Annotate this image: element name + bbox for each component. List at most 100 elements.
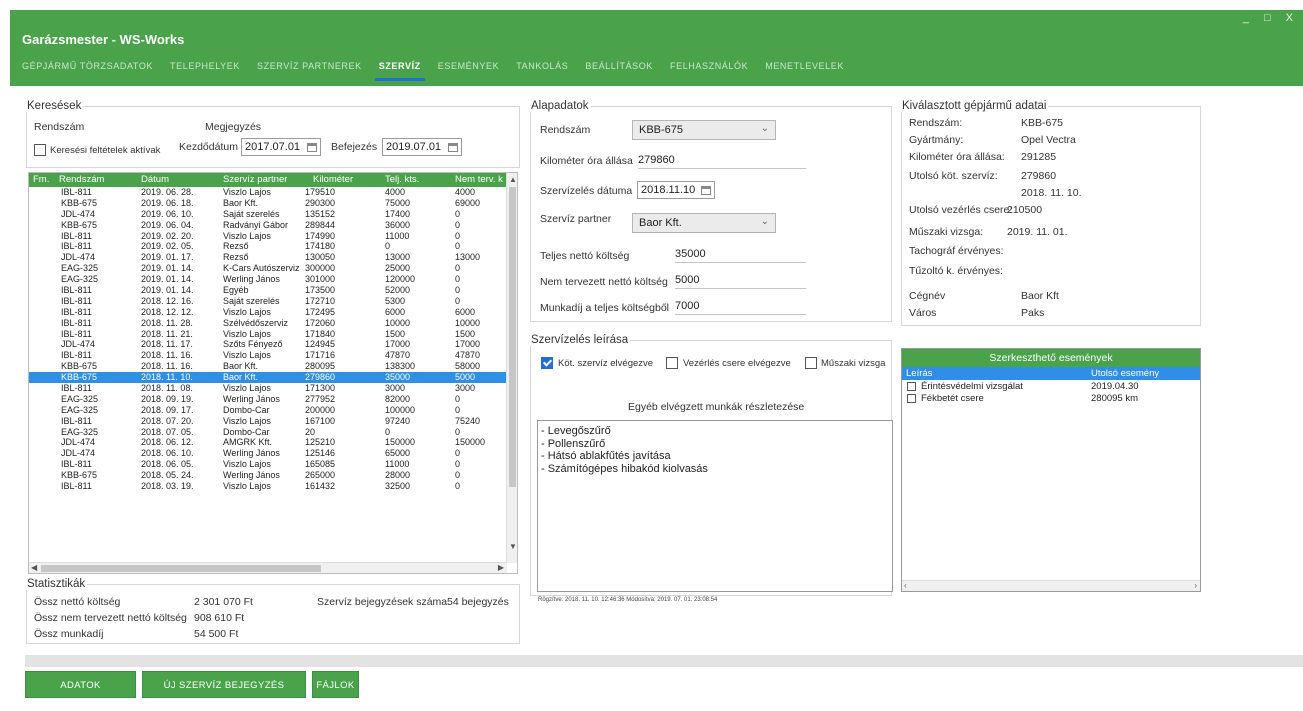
table-row[interactable]: JDL-474 2019. 06. 10. Saját szerelés 135152… (29, 209, 507, 220)
tab-felhasznalok[interactable]: FELHASZNÁLÓK (670, 61, 748, 77)
event-row[interactable]: Fékbetét csere 280095 km (902, 392, 1200, 404)
table-row[interactable]: IBL-811 2018. 12. 16. Saját szerelés 172710… (29, 296, 507, 307)
grid-horizontal-scrollbar[interactable]: ◀ ▶ (29, 562, 507, 573)
unplanned-cost-input[interactable]: 5000 (675, 272, 806, 289)
kot-szerviz-checkbox[interactable] (541, 357, 553, 370)
vezerles-checkbox[interactable] (666, 357, 678, 370)
table-cell: 2018. 11. 28. (141, 317, 193, 328)
table-row[interactable]: IBL-811 2019. 01. 14. Egyéb 173500 52000 0 (29, 285, 507, 296)
scroll-right-icon[interactable]: ▶ (498, 563, 504, 572)
files-button[interactable]: FÁJLOK (312, 671, 359, 698)
note-line: - Levegőszűrő (541, 425, 611, 437)
vehicle-value: 2019. 11. 01. (1007, 226, 1068, 238)
col-km[interactable]: Kilométer (313, 174, 353, 185)
table-row[interactable]: IBL-811 2018. 06. 05. Viszlo Lajos 165085 11… (29, 459, 507, 470)
table-cell: K-Cars Autószerviz (223, 263, 300, 274)
table-row[interactable]: IBL-811 2018. 11. 21. Viszlo Lajos 171840 15… (29, 329, 507, 340)
col-telj[interactable]: Telj. kts. (385, 174, 419, 185)
table-cell: 277952 (305, 393, 336, 404)
event-checkbox[interactable] (907, 394, 916, 403)
table-row[interactable]: KBB-675 2018. 11. 16. Baor Kft. 280095 13830… (29, 361, 507, 372)
table-cell: 3000 (455, 383, 476, 394)
col-nemterv[interactable]: Nem terv. k (455, 174, 505, 185)
table-cell: 65000 (385, 448, 411, 459)
table-cell: JDL-474 (61, 339, 96, 350)
table-row[interactable]: JDL-474 2019. 01. 17. Rezső 130050 13000 1300… (29, 252, 507, 263)
table-row[interactable]: IBL-811 2018. 11. 08. Viszlo Lajos 171300 30… (29, 383, 507, 394)
window-controls[interactable]: _ □ X (1243, 12, 1299, 24)
km-input[interactable]: 279860 (638, 152, 806, 169)
scroll-left-icon[interactable]: ‹ (904, 581, 907, 590)
scroll-right-icon[interactable]: › (1194, 581, 1197, 590)
table-row[interactable]: IBL-811 2019. 02. 05. Rezső 174180 0 0 (29, 241, 507, 252)
tab-szerviz[interactable]: SZERVÍZ (374, 61, 425, 81)
table-row[interactable]: IBL-811 2018. 12. 12. Viszlo Lajos 172495 60… (29, 307, 507, 318)
table-row[interactable]: IBL-811 2018. 03. 19. Viszlo Lajos 161432 32… (29, 481, 507, 492)
end-date-input[interactable]: 2019.07.01 (382, 138, 462, 156)
scroll-up-icon[interactable]: ▲ (509, 175, 517, 184)
tab-telephelyek[interactable]: TELEPHELYEK (170, 61, 240, 77)
stat-total-label: Össz nettó költség (34, 596, 121, 608)
event-row[interactable]: Érintésvédelmi vizsgálat 2019.04.30 (902, 380, 1200, 392)
grid-vertical-scrollbar[interactable]: ▲ ▼ (506, 173, 517, 563)
calendar-icon[interactable] (307, 142, 317, 152)
table-row[interactable]: KBB-675 2019. 06. 18. Baor Kft. 290300 75000… (29, 198, 507, 209)
scrollbar-thumb[interactable] (509, 187, 516, 487)
event-checkbox[interactable] (907, 382, 916, 391)
col-fm[interactable]: Fm. (33, 174, 49, 185)
table-row[interactable]: EAG-325 2018. 09. 17. Dombo-Car 200000 10000… (29, 405, 507, 416)
table-row[interactable]: IBL-811 2018. 07. 20. Viszlo Lajos 167100 97… (29, 416, 507, 427)
service-date-input[interactable]: 2018.11.10 (637, 181, 715, 199)
table-row[interactable]: JDL-474 2018. 11. 17. Szőts Fényező 124945 1… (29, 339, 507, 350)
col-partner[interactable]: Szervíz partner (223, 174, 287, 185)
calendar-icon[interactable] (448, 142, 458, 152)
tab-tankolas[interactable]: TANKOLÁS (516, 61, 568, 77)
table-row[interactable]: KBB-675 2018. 05. 24. Werling János 265000 2… (29, 470, 507, 481)
search-active-checkbox[interactable] (34, 144, 46, 157)
table-cell: KBB-675 (61, 372, 98, 383)
new-service-entry-button[interactable]: ÚJ SZERVÍZ BEJEGYZÉS FELVÉTELE (142, 671, 306, 711)
scroll-down-icon[interactable]: ▼ (509, 542, 517, 551)
table-row[interactable]: EAG-325 2018. 09. 19. Werling János 277952 8… (29, 394, 507, 405)
calendar-icon[interactable] (701, 185, 711, 195)
start-date-input[interactable]: 2017.07.01 (241, 138, 321, 156)
table-row[interactable]: EAG-325 2019. 01. 14. K-Cars Autószerviz 30… (29, 263, 507, 274)
partner-label: Szervíz partner (540, 213, 612, 225)
tab-esemenyek[interactable]: ESEMÉNYEK (438, 61, 499, 77)
table-row[interactable]: IBL-811 2019. 06. 28. Viszlo Lajos 179510 40… (29, 187, 507, 198)
tab-beallitasok[interactable]: BEÁLLÍTÁSOK (585, 61, 653, 77)
table-row[interactable]: IBL-811 2018. 11. 28. Szélvédőszerviz 17206… (29, 318, 507, 329)
col-datum[interactable]: Dátum (141, 174, 169, 185)
other-work-textarea[interactable]: - Levegőszűrő - Pollenszűrő - Hátsó ablakf… (537, 420, 893, 592)
table-cell: 5300 (385, 295, 406, 306)
col-rendszam[interactable]: Rendszám (59, 174, 104, 185)
table-row[interactable]: EAG-325 2019. 01. 14. Werling János 301000 1… (29, 274, 507, 285)
labor-cost-input[interactable]: 7000 (675, 298, 806, 315)
table-cell: Viszlo Lajos (223, 415, 271, 426)
tab-gepjarmu-torzsadatok[interactable]: GÉPJÁRMŰ TÖRZSADATOK (22, 61, 153, 77)
table-cell: 5000 (455, 372, 476, 383)
events-col-desc[interactable]: Leírás (906, 368, 932, 379)
note-line: - Pollenszűrő (541, 437, 606, 450)
modify-data-button[interactable]: ADATOK MÓDOSÍTÁSA (25, 671, 136, 711)
rendszam-select[interactable]: KBB-675 ⌄ (632, 120, 776, 140)
table-row[interactable]: IBL-811 2019. 02. 20. Viszlo Lajos 174990 11… (29, 231, 507, 242)
scroll-left-icon[interactable]: ◀ (31, 563, 37, 572)
table-row[interactable]: JDL-474 2018. 06. 12. AMGRK Kft. 125210 1500… (29, 437, 507, 448)
table-row[interactable]: IBL-811 2018. 11. 16. Viszlo Lajos 171716 47… (29, 350, 507, 361)
table-cell: 0 (455, 219, 461, 230)
scrollbar-thumb[interactable] (41, 565, 321, 572)
table-row[interactable]: EAG-325 2018. 07. 05. Dombo-Car 20 0 0 (29, 427, 507, 438)
table-cell: 265000 (305, 470, 336, 481)
events-col-last[interactable]: Utolsó esemény (1091, 368, 1159, 379)
tab-szerviz-partnerek[interactable]: SZERVÍZ PARTNEREK (257, 61, 362, 77)
table-row[interactable]: JDL-474 2018. 06. 10. Werling János 125146 6… (29, 448, 507, 459)
partner-select[interactable]: Baor Kft. ⌄ (632, 213, 776, 233)
table-row[interactable]: KBB-675 2019. 06. 04. Radványi Gábor 289844… (29, 220, 507, 231)
muszaki-checkbox[interactable] (805, 357, 817, 370)
total-cost-input[interactable]: 35000 (675, 246, 806, 263)
tab-menetlevelek[interactable]: MENETLEVELEK (765, 61, 844, 77)
table-row[interactable]: KBB-675 2018. 11. 10. Baor Kft. 279860 35000… (29, 372, 507, 384)
events-horizontal-scrollbar[interactable]: ‹ › (902, 580, 1200, 591)
table-cell: 11000 (385, 459, 410, 470)
